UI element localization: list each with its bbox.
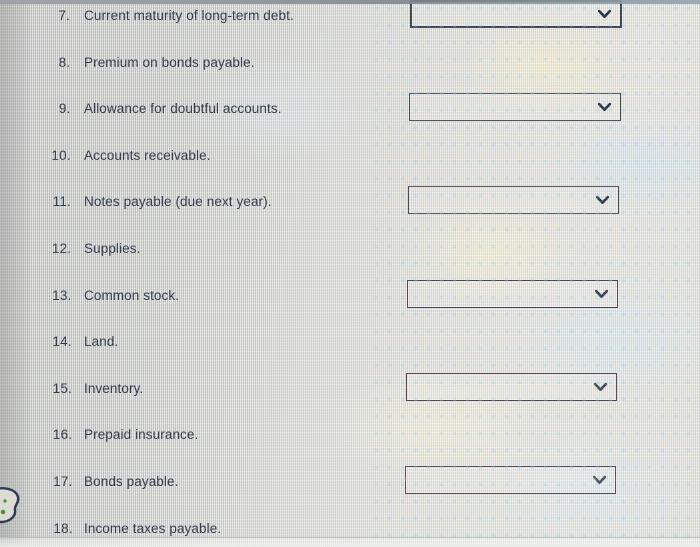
item-account-label: Supplies. bbox=[84, 241, 141, 256]
classification-item-row: 9. Allowance for doubtful accounts. bbox=[0, 99, 700, 215]
item-account-label: Bonds payable. bbox=[84, 474, 179, 489]
item-account-label: Allowance for doubtful accounts. bbox=[84, 101, 282, 117]
item-number: 14. bbox=[52, 334, 72, 350]
item-number: 8. bbox=[58, 54, 71, 70]
classification-item-row: 14. Land. bbox=[0, 332, 700, 362]
classification-item-row: 10. Accounts receivable. bbox=[0, 146, 700, 308]
item-account-label: Premium on bonds payable. bbox=[84, 54, 255, 70]
photographed-screen: 7. Current maturity of long-term debt. 8. P… bbox=[0, 0, 700, 547]
item-number: 7. bbox=[58, 8, 70, 23]
cookie-sticker-artifact bbox=[0, 484, 27, 528]
classification-item-row: 15. Inventory. bbox=[0, 379, 700, 409]
classification-item-row: 17. Bonds payable. bbox=[0, 472, 700, 502]
item-account-label: Current maturity of long-term debt. bbox=[84, 8, 294, 23]
classification-item-row: 11. Notes payable (due next year). bbox=[0, 192, 700, 401]
item-account-label: Inventory. bbox=[84, 380, 144, 396]
item-number: 11. bbox=[52, 194, 71, 210]
item-number: 9. bbox=[58, 101, 71, 117]
classification-item-list: 7. Current maturity of long-term debt. 8. P… bbox=[0, 0, 700, 547]
item-account-label: Prepaid insurance. bbox=[84, 427, 199, 443]
classification-item-row: 16. Prepaid insurance. bbox=[0, 425, 700, 455]
item-number: 10. bbox=[51, 147, 71, 163]
screen-top-edge-band bbox=[0, 0, 700, 4]
item-number: 13. bbox=[52, 287, 72, 303]
item-number: 17. bbox=[53, 474, 73, 489]
item-account-label: Accounts receivable. bbox=[84, 147, 211, 163]
classification-select[interactable] bbox=[410, 0, 622, 28]
classification-item-row: 12. Supplies. bbox=[0, 239, 700, 494]
item-account-label: Income taxes payable. bbox=[84, 520, 222, 536]
item-number: 16. bbox=[52, 427, 73, 443]
item-number: 18. bbox=[53, 520, 73, 536]
screen-bottom-edge-band bbox=[0, 537, 700, 547]
classification-item-row: 7. Current maturity of long-term debt. bbox=[0, 0, 700, 36]
item-number: 12. bbox=[51, 241, 72, 256]
classification-item-row: 13. Common stock. bbox=[0, 286, 700, 316]
classification-item-row: 8. Premium on bonds payable. bbox=[0, 53, 700, 122]
chevron-down-icon[interactable] bbox=[598, 9, 611, 19]
item-account-label: Notes payable (due next year). bbox=[84, 194, 272, 210]
item-account-label: Land. bbox=[84, 334, 119, 350]
item-number: 15. bbox=[52, 380, 72, 396]
item-account-label: Common stock. bbox=[84, 287, 180, 303]
